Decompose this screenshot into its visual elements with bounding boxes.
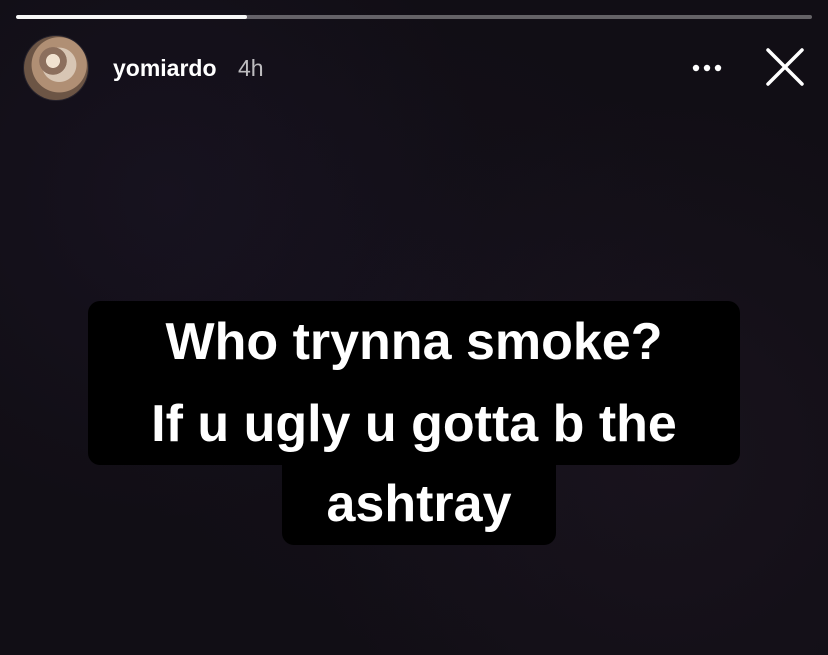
close-icon — [766, 48, 804, 86]
story-progress-fill — [16, 15, 247, 19]
story-header: yomiardo 4h — [24, 36, 812, 100]
story-progress-bar — [16, 15, 812, 19]
close-button[interactable] — [764, 46, 806, 88]
caption-line-1: Who trynna smoke? — [88, 301, 740, 381]
caption-line-3: ashtray — [282, 465, 556, 545]
caption-line-1-text: Who trynna smoke? — [165, 313, 663, 371]
avatar-photo — [35, 45, 75, 87]
story-caption: Who trynna smoke? If u ugly u gotta b th… — [88, 301, 740, 551]
more-options-button[interactable] — [690, 56, 724, 80]
post-time: 4h — [238, 55, 264, 81]
caption-line-3-text: ashtray — [326, 475, 512, 533]
avatar[interactable] — [24, 36, 88, 100]
username[interactable]: yomiardo — [113, 54, 217, 82]
caption-line-2: If u ugly u gotta b the — [88, 381, 740, 465]
caption-line-2-text: If u ugly u gotta b the — [151, 395, 677, 453]
more-horizontal-icon — [692, 64, 722, 72]
